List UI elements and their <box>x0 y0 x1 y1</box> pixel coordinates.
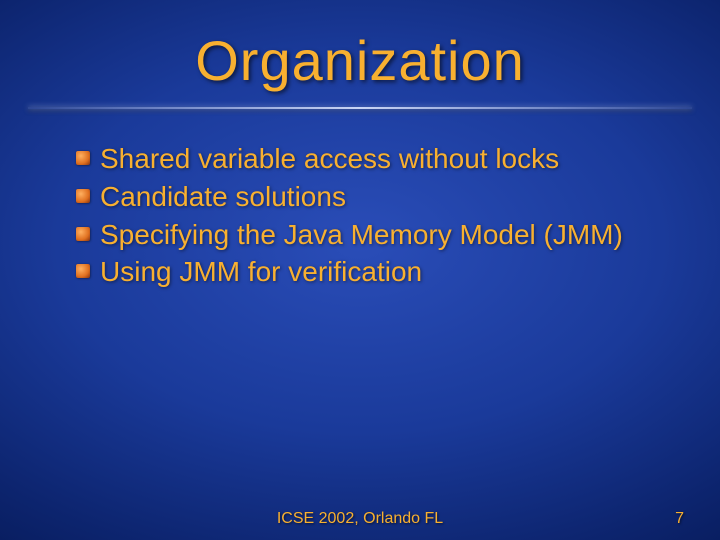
list-item-text: Specifying the Java Memory Model (JMM) <box>100 219 623 250</box>
bullet-icon <box>76 151 90 165</box>
list-item-text: Using JMM for verification <box>100 256 422 287</box>
list-item-text: Candidate solutions <box>100 181 346 212</box>
title-area: Organization <box>0 0 720 93</box>
list-item: Candidate solutions <box>100 179 660 215</box>
list-item: Using JMM for verification <box>100 254 660 290</box>
list-item: Shared variable access without locks <box>100 141 660 177</box>
bullet-icon <box>76 189 90 203</box>
bullet-icon <box>76 264 90 278</box>
list-item: Specifying the Java Memory Model (JMM) <box>100 217 660 253</box>
list-item-text: Shared variable access without locks <box>100 143 559 174</box>
bullet-icon <box>76 227 90 241</box>
slide-title: Organization <box>0 28 720 93</box>
bullet-list: Shared variable access without locks Can… <box>0 109 720 290</box>
footer-text: ICSE 2002, Orlando FL <box>0 510 720 528</box>
page-number: 7 <box>675 510 684 528</box>
